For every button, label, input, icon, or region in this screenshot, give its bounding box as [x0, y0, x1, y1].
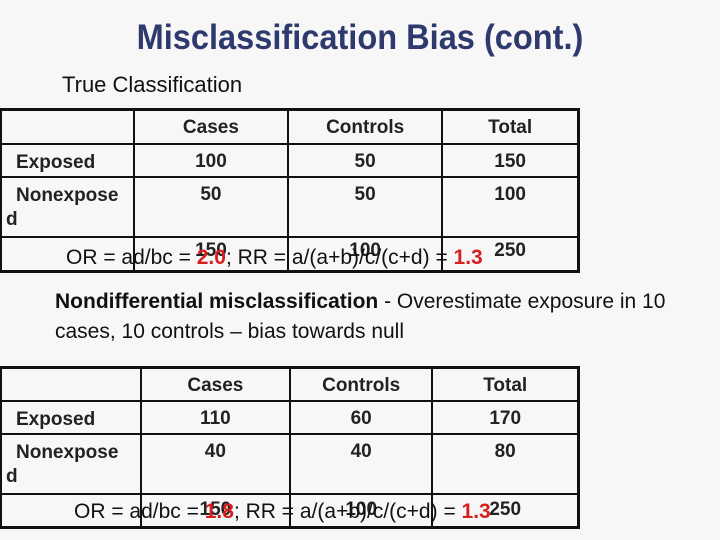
cell-nonexposed-controls: 40 — [288, 432, 434, 495]
table-row: Nonexpose d 40 40 80 — [0, 432, 581, 495]
misclassification-note: Nondifferential misclassification - Over… — [55, 287, 675, 347]
rr-formula-text: RR = a/(a+b)/c/(c+d) = — [245, 500, 462, 523]
table-header-row: Cases Controls Total — [0, 366, 581, 402]
row-label-exposed: Exposed — [0, 399, 142, 435]
header-cell-blank — [0, 366, 142, 402]
cell-exposed-total: 170 — [431, 399, 581, 435]
slide-title: Misclassification Bias (cont.) — [136, 18, 584, 57]
cell-exposed-total: 150 — [441, 142, 581, 178]
table-row: Nonexpose d 50 50 100 — [0, 175, 581, 238]
cell-nonexposed-cases: 50 — [132, 175, 289, 238]
row-label-nonexposed: Nonexpose d — [0, 175, 135, 238]
header-cell-cases: Cases — [132, 108, 289, 145]
rr-formula-text: RR = a/(a+b)/c/(c+d) = — [237, 246, 454, 269]
table-row: Exposed 100 50 150 — [0, 142, 581, 178]
table-header-row: Cases Controls Total — [0, 108, 581, 145]
cell-nonexposed-total: 100 — [441, 175, 581, 238]
or-value: 2.0 — [196, 246, 226, 269]
section-subtitle: True Classification — [62, 72, 243, 97]
or-value: 1.8 — [204, 500, 234, 523]
header-cell-blank — [0, 108, 135, 145]
cell-exposed-controls: 50 — [286, 142, 444, 178]
formula-separator: ; — [225, 246, 238, 269]
or-formula-text: OR = ad/bc = — [74, 500, 205, 523]
misclassified-formula: OR = ad/bc = 1.8; RR = a/(a+b)/c/(c+d) =… — [74, 500, 491, 524]
note-bold-term: Nondifferential misclassification — [55, 290, 379, 313]
cell-exposed-cases: 110 — [139, 399, 291, 435]
cell-nonexposed-total: 80 — [431, 432, 581, 495]
rr-value: 1.3 — [461, 500, 491, 523]
formula-separator: ; — [233, 500, 246, 523]
or-formula-text: OR = ad/bc = — [66, 246, 197, 269]
header-cell-total: Total — [441, 108, 581, 145]
header-cell-total: Total — [431, 366, 581, 402]
cell-exposed-cases: 100 — [132, 142, 289, 178]
row-label-nonexposed: Nonexpose d — [0, 432, 142, 495]
rr-value: 1.3 — [453, 246, 483, 269]
header-cell-controls: Controls — [286, 108, 444, 145]
cell-nonexposed-cases: 40 — [139, 432, 291, 495]
cell-exposed-controls: 60 — [288, 399, 434, 435]
header-cell-cases: Cases — [139, 366, 291, 402]
row-label-exposed: Exposed — [0, 142, 135, 178]
header-cell-controls: Controls — [288, 366, 434, 402]
cell-nonexposed-controls: 50 — [286, 175, 444, 238]
table-row: Exposed 110 60 170 — [0, 399, 581, 435]
true-formula: OR = ad/bc = 2.0; RR = a/(a+b)/c/(c+d) =… — [66, 246, 483, 270]
